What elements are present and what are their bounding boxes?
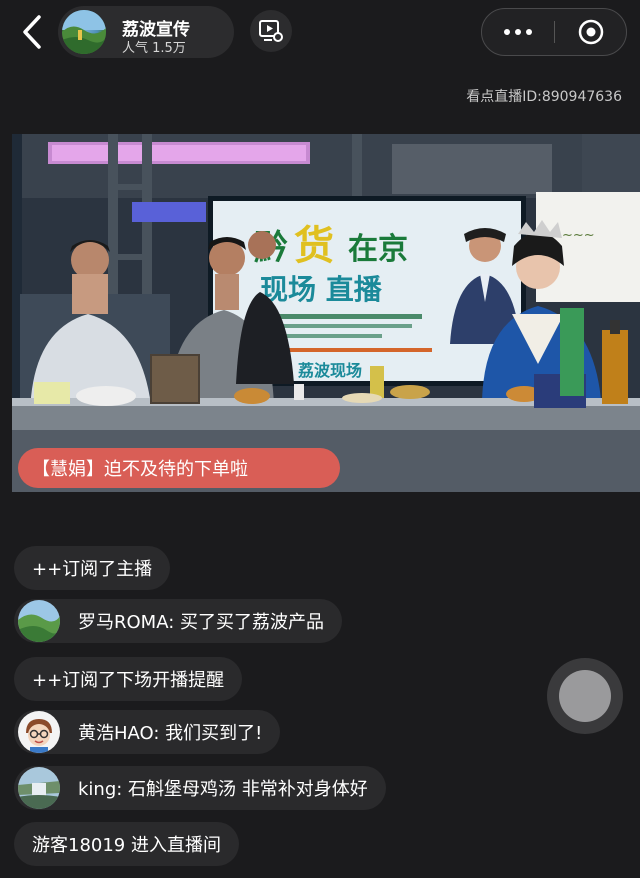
popularity-count: 人气 1.5万 — [122, 41, 186, 56]
more-button[interactable] — [482, 9, 554, 55]
studio-scene: 黔 货 在京 现场 直播 荔波现场 ~~~ — [12, 134, 640, 492]
host-avatar[interactable] — [62, 10, 106, 54]
back-button[interactable] — [14, 12, 50, 52]
chat-text: 罗马ROMA: 买了买了荔波产品 — [78, 612, 324, 633]
screen-brand: 荔波现场 — [297, 361, 362, 380]
chat-text: king: 石斛堡母鸡汤 非常补对身体好 — [78, 779, 368, 800]
chat-text: ++订阅了下场开播提醒 — [32, 670, 225, 691]
chat-item: ++订阅了下场开播提醒 — [14, 657, 243, 701]
host-info[interactable]: 荔波宣传 人气 1.5万 — [58, 6, 234, 58]
chevron-left-icon — [23, 15, 41, 49]
chat-item: 游客18019 进入直播间 — [14, 822, 239, 866]
screen-title-3: 在京 — [348, 232, 408, 267]
purchase-notification: 【慧娟】迫不及待的下单啦 — [18, 448, 340, 488]
cartoon-glasses-avatar-icon[interactable] — [18, 711, 60, 753]
screen-title-4: 现场 直播 — [260, 273, 383, 306]
chat-item: 黄浩HAO: 我们买到了! — [14, 710, 281, 754]
miniprogram-capsule — [481, 8, 627, 56]
chat-item: king: 石斛堡母鸡汤 非常补对身体好 — [14, 766, 386, 810]
screen-share-icon — [259, 20, 283, 42]
waterfall-avatar-icon[interactable] — [18, 767, 60, 809]
chat-item: ++订阅了主播 — [14, 546, 171, 590]
svg-text:~~~: ~~~ — [562, 228, 595, 243]
chat-text: 黄浩HAO: 我们买到了! — [78, 723, 263, 744]
chat-text: 游客18019 进入直播间 — [32, 835, 221, 856]
share-screen-button[interactable] — [250, 10, 292, 52]
chat-item: 罗马ROMA: 买了买了荔波产品 — [14, 599, 342, 643]
floating-action-button[interactable] — [547, 658, 623, 734]
screen-title-2: 货 — [294, 223, 334, 269]
live-stream-page: 荔波宣传 人气 1.5万 看点直播ID:890947636 货 在京 现场 直播… — [0, 0, 640, 878]
landscape-avatar-icon[interactable] — [18, 600, 60, 642]
chat-text: ++订阅了主播 — [32, 559, 153, 580]
circle-icon — [559, 670, 611, 722]
live-id-label: 看点直播ID:890947636 — [466, 89, 622, 105]
live-video[interactable]: 黔 货 在京 现场 直播 荔波现场 ~~~ — [12, 134, 640, 492]
target-close-icon — [578, 19, 604, 45]
close-button[interactable] — [555, 9, 627, 55]
landscape-icon — [62, 10, 106, 54]
